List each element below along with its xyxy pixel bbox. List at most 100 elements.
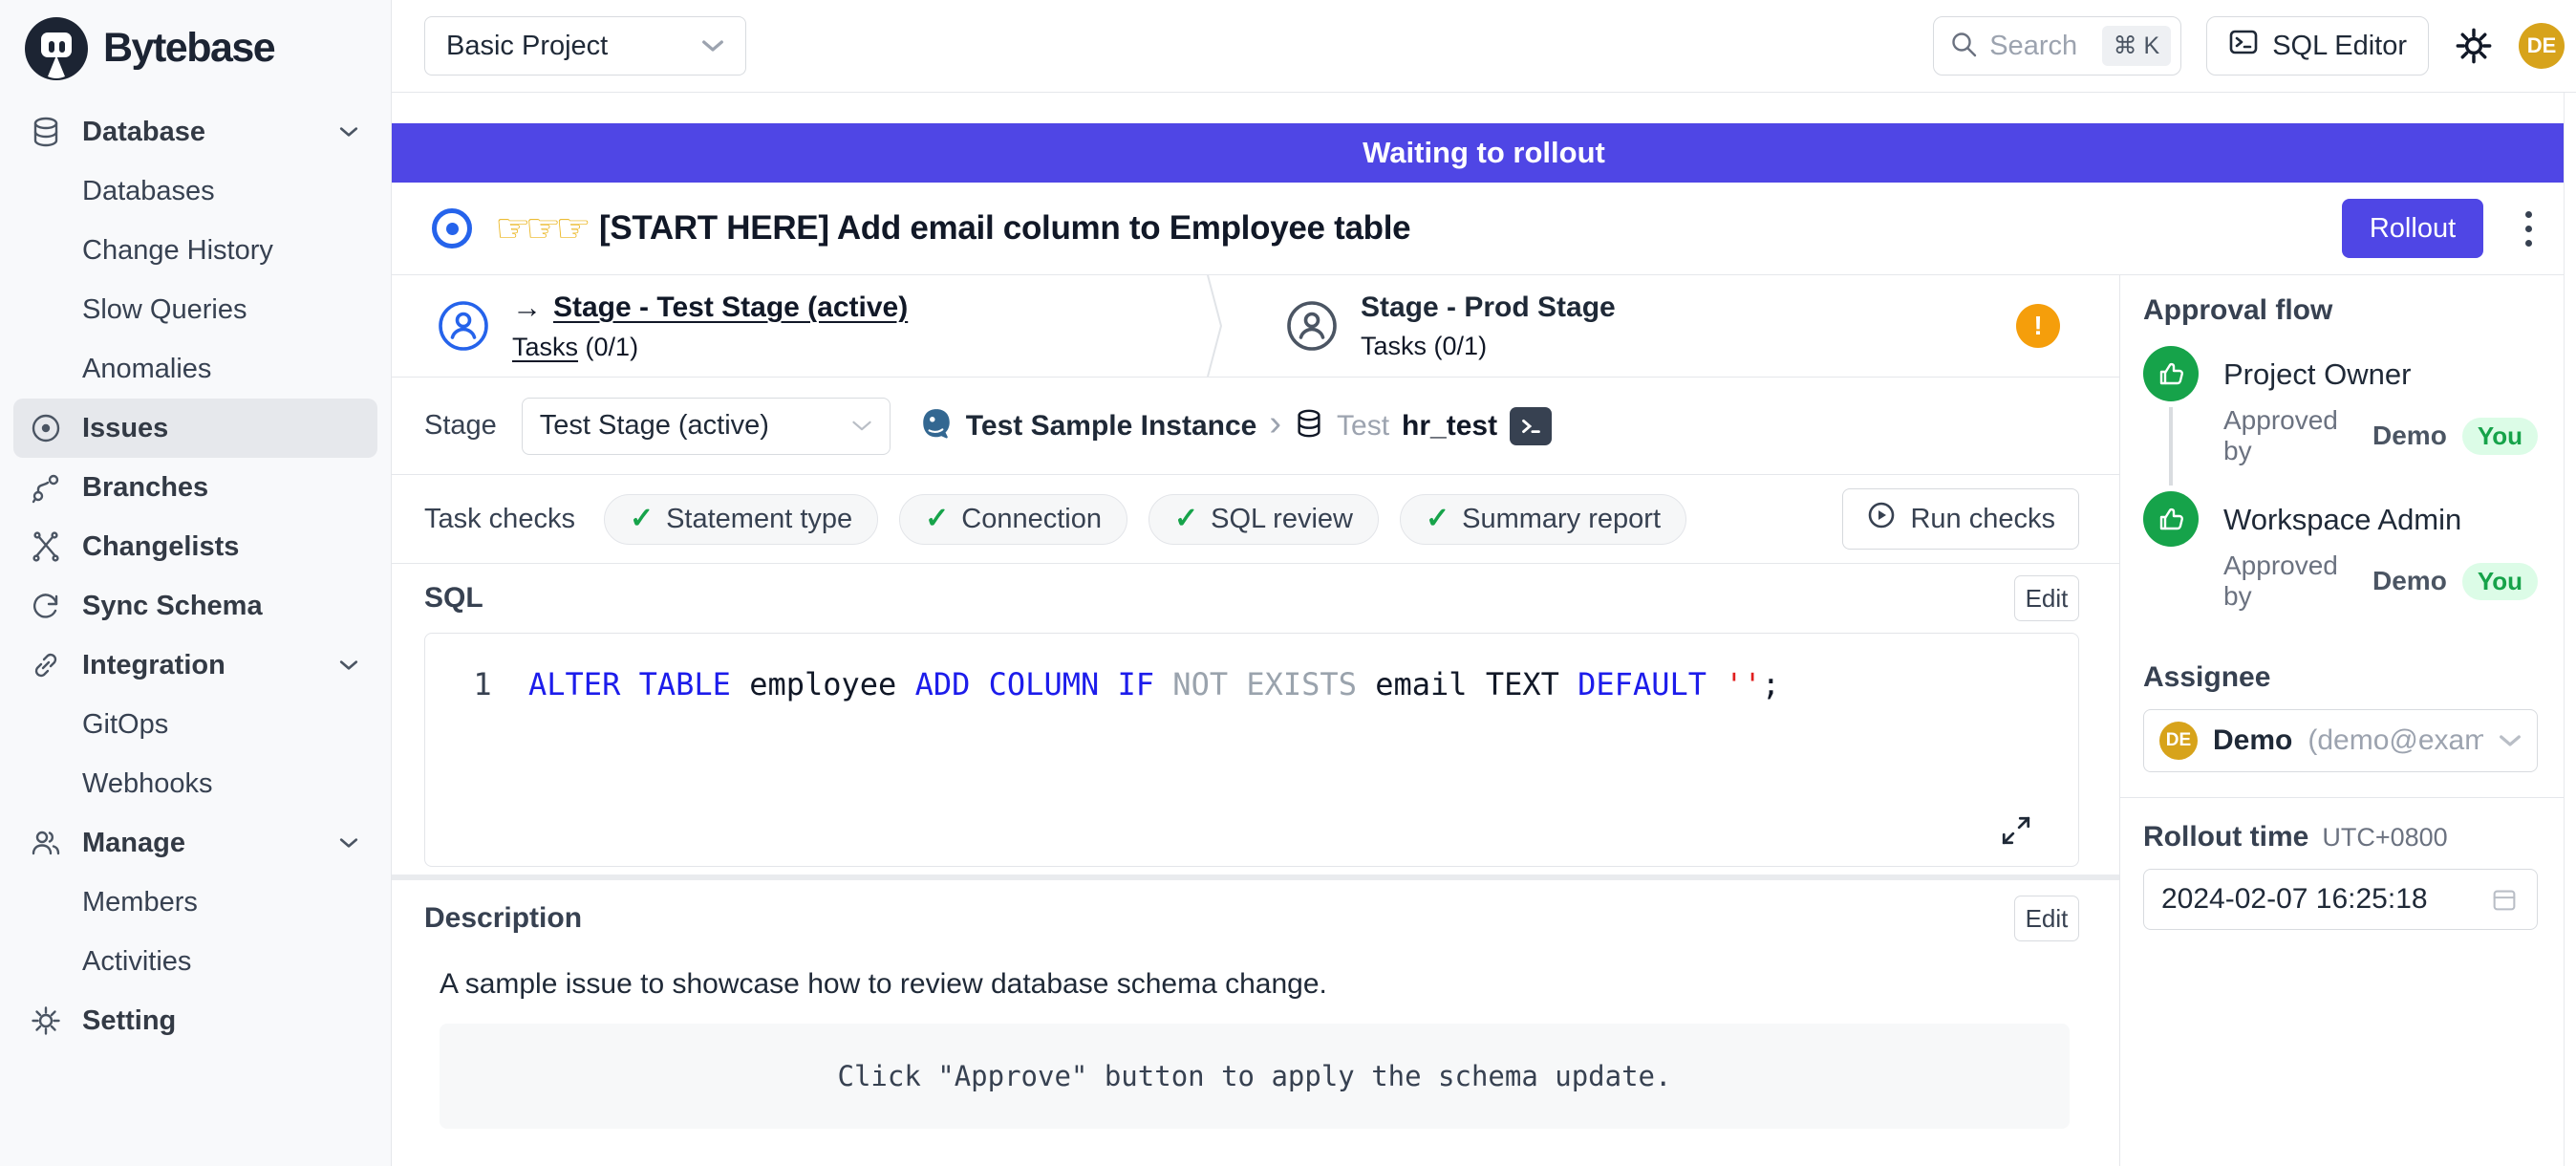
tab-divider: [1204, 275, 1233, 377]
user-avatar[interactable]: DE: [2519, 23, 2565, 69]
check-statement-type[interactable]: ✓ Statement type: [604, 494, 878, 545]
sql-editor-button[interactable]: SQL Editor: [2206, 16, 2429, 76]
description-quote: Click "Approve" button to apply the sche…: [838, 1060, 1672, 1092]
stage-selector-row: Stage Test Stage (active) Test Sample In…: [392, 378, 2119, 475]
issue-main: → Stage - Test Stage (active) Tasks (0/1…: [392, 275, 2119, 1166]
sidebar-item-label: Setting: [82, 1005, 176, 1037]
sidebar-item-setting[interactable]: Setting: [0, 991, 391, 1050]
database-name[interactable]: hr_test: [1402, 410, 1497, 443]
run-checks-label: Run checks: [1910, 504, 2055, 535]
rollout-time-input[interactable]: 2024-02-07 16:25:18: [2143, 869, 2538, 930]
sidebar-item-members[interactable]: Members: [0, 873, 391, 932]
sql-code-line: 1 ALTER TABLE employee ADD COLUMN IF NOT…: [463, 666, 2078, 702]
brand-name: Bytebase: [103, 25, 274, 72]
description-header: Description Edit: [424, 896, 2079, 941]
project-selector-value: Basic Project: [446, 31, 608, 62]
rollout-button[interactable]: Rollout: [2342, 199, 2483, 258]
changelist-icon: [29, 529, 63, 564]
you-badge: You: [2462, 418, 2538, 455]
approval-flow-title: Approval flow: [2143, 294, 2538, 327]
check-success-icon: ✓: [1426, 505, 1449, 533]
issue-sidebar: Approval flow Project Owner Approv: [2119, 275, 2576, 1166]
sidebar-item-label: Branches: [82, 472, 208, 504]
scrollbar-gutter[interactable]: [2564, 93, 2576, 1166]
stage-tab-prod[interactable]: Stage - Prod Stage Tasks (0/1) !: [1233, 275, 2119, 377]
sidebar-item-gitops[interactable]: GitOps: [0, 695, 391, 754]
description-title: Description: [424, 902, 582, 935]
assignee-select[interactable]: DE Demo (demo@example: [2143, 709, 2538, 772]
sidebar-item-webhooks[interactable]: Webhooks: [0, 754, 391, 813]
sidebar-item-activities[interactable]: Activities: [0, 932, 391, 991]
project-selector[interactable]: Basic Project: [424, 16, 746, 76]
settings-gear-button[interactable]: [2454, 26, 2494, 66]
sidebar-item-slow-queries[interactable]: Slow Queries: [0, 280, 391, 339]
current-stage-arrow: →: [512, 291, 542, 325]
bytebase-logo-icon: [25, 17, 88, 80]
approval-connector: [2169, 407, 2173, 486]
sidebar-item-sync-schema[interactable]: Sync Schema: [0, 576, 391, 636]
stage-tab-text: → Stage - Test Stage (active) Tasks (0/1…: [512, 291, 908, 362]
rollout-time-header: Rollout time UTC+0800: [2143, 821, 2538, 853]
sidebar-item-label: Slow Queries: [82, 294, 247, 326]
check-success-icon: ✓: [630, 505, 654, 533]
description-quote-box: Click "Approve" button to apply the sche…: [440, 1024, 2070, 1129]
chevron-down-icon: [339, 837, 358, 849]
approval-step: Project Owner Approved by Demo You: [2143, 346, 2538, 491]
sidebar-item-manage[interactable]: Manage: [0, 813, 391, 873]
sidebar-item-anomalies[interactable]: Anomalies: [0, 339, 391, 399]
instance-name[interactable]: Test Sample Instance: [966, 410, 1257, 443]
sidebar-item-label: Databases: [82, 176, 215, 207]
status-banner-text: Waiting to rollout: [1363, 136, 1605, 170]
issue-status-icon: [432, 208, 472, 248]
search-placeholder: Search: [1989, 31, 2077, 62]
sidebar-item-change-history[interactable]: Change History: [0, 221, 391, 280]
approval-status-prefix: Approved by: [2223, 551, 2363, 612]
rollout-time-label: Rollout time: [2143, 821, 2308, 853]
stage-tab-test[interactable]: → Stage - Test Stage (active) Tasks (0/1…: [392, 275, 1204, 377]
sql-edit-button[interactable]: Edit: [2014, 575, 2079, 621]
check-connection[interactable]: ✓ Connection: [899, 494, 1127, 545]
assignee-name: Demo: [2213, 724, 2292, 757]
approval-rail: [2143, 491, 2199, 637]
sql-token: ;: [1762, 666, 1780, 702]
sidebar-item-issues[interactable]: Issues: [13, 399, 377, 458]
sidebar-item-branches[interactable]: Branches: [0, 458, 391, 517]
chevron-down-icon: [339, 126, 358, 138]
sidebar-item-changelists[interactable]: Changelists: [0, 517, 391, 576]
postgresql-icon: [919, 406, 954, 445]
you-badge: You: [2462, 563, 2538, 600]
sql-editor[interactable]: 1 ALTER TABLE employee ADD COLUMN IF NOT…: [424, 633, 2079, 867]
sync-icon: [29, 589, 63, 623]
task-checks-row: Task checks ✓ Statement type ✓ Connectio…: [392, 475, 2119, 564]
fullscreen-expand-icon[interactable]: [2000, 814, 2032, 847]
sidebar-item-label: Manage: [82, 828, 185, 859]
check-summary-report[interactable]: ✓ Summary report: [1400, 494, 1686, 545]
search-shortcut-badge: ⌘ K: [2102, 26, 2172, 66]
approval-step-body: Workspace Admin Approved by Demo You: [2223, 491, 2538, 637]
check-sql-review[interactable]: ✓ SQL review: [1148, 494, 1379, 545]
sql-token: ALTER TABLE: [528, 666, 749, 702]
approval-rail: [2143, 346, 2199, 491]
sidebar-item-databases[interactable]: Databases: [0, 162, 391, 221]
approval-role: Workspace Admin: [2223, 503, 2538, 537]
main-shell: Basic Project Search ⌘ K SQL E: [392, 0, 2576, 1166]
bytebase-logo[interactable]: Bytebase: [0, 0, 391, 93]
open-sql-editor-icon[interactable]: [1510, 407, 1552, 445]
assignee-email: (demo@example: [2308, 724, 2483, 757]
sidebar-item-database[interactable]: Database: [0, 102, 391, 162]
search-input[interactable]: Search ⌘ K: [1933, 16, 2181, 76]
approver-name: Demo: [2372, 566, 2447, 596]
description-section: Description Edit A sample issue to showc…: [392, 880, 2119, 1129]
description-edit-button[interactable]: Edit: [2014, 896, 2079, 941]
stage-select[interactable]: Test Stage (active): [522, 398, 891, 455]
sidebar-item-label: Issues: [82, 413, 168, 444]
sidebar-item-label: GitOps: [82, 709, 168, 741]
sidebar-item-integration[interactable]: Integration: [0, 636, 391, 695]
sql-token: '': [1725, 666, 1762, 702]
more-options-button[interactable]: [2520, 205, 2538, 252]
stage-tasks-label[interactable]: Tasks: [512, 333, 578, 361]
run-checks-button[interactable]: Run checks: [1842, 488, 2079, 550]
stage-tasks-label: Tasks: [1361, 332, 1427, 360]
sql-statement: ALTER TABLE employee ADD COLUMN IF NOT E…: [528, 666, 1780, 702]
sidebar-item-label: Integration: [82, 650, 225, 681]
